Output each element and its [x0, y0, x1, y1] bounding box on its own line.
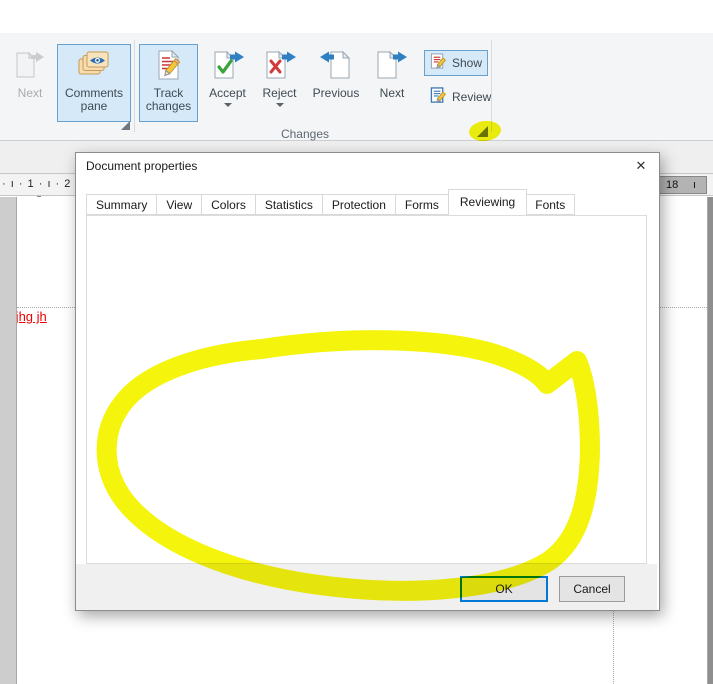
review-icon: [430, 87, 447, 107]
cancel-button[interactable]: Cancel: [559, 576, 625, 602]
ribbon-group-label: Changes: [250, 127, 360, 141]
previous-change-button[interactable]: Previous: [303, 44, 369, 122]
show-changes-button[interactable]: Show: [424, 50, 488, 76]
changes-dialog-launcher-icon[interactable]: [477, 126, 488, 137]
accept-dropdown-arrow[interactable]: [224, 103, 232, 107]
ruler-ticks: · ı · 1 · ı · 2 ·: [2, 178, 80, 190]
next-change-icon: [375, 50, 409, 83]
show-changes-icon: [430, 53, 447, 73]
track-changes-icon: [154, 50, 184, 83]
ribbon-changes-group: Next Commentspane: [0, 33, 713, 141]
close-icon[interactable]: ✕: [632, 157, 650, 175]
dialog-tab-strip: Summary View Colors Statistics Protectio…: [86, 194, 575, 215]
reviewing-tab-page: [86, 215, 647, 564]
application-window: Next Commentspane: [0, 0, 713, 684]
reject-dropdown-arrow[interactable]: [276, 103, 284, 107]
document-properties-dialog: Document properties ✕ Summary View Color…: [75, 152, 660, 611]
next-change-button[interactable]: Next: [369, 44, 415, 122]
comments-dialog-launcher-icon[interactable]: [121, 121, 130, 130]
tab-protection[interactable]: Protection: [323, 194, 396, 215]
tab-colors[interactable]: Colors: [202, 194, 256, 215]
tab-summary[interactable]: Summary: [86, 194, 157, 215]
page-left-margin-strip: [0, 197, 17, 684]
dialog-title: Document properties: [86, 159, 197, 173]
track-changes-button[interactable]: Trackchanges: [139, 44, 198, 122]
ribbon-separator: [134, 40, 135, 132]
tab-fonts[interactable]: Fonts: [526, 194, 575, 215]
comments-pane-button[interactable]: Commentspane: [57, 44, 131, 122]
reject-change-button[interactable]: Reject: [256, 44, 303, 122]
ribbon-separator: [491, 40, 492, 132]
tab-view[interactable]: View: [157, 194, 202, 215]
tab-statistics[interactable]: Statistics: [256, 194, 323, 215]
next-comment-icon: [14, 50, 46, 83]
tab-reviewing[interactable]: Reviewing: [448, 189, 527, 215]
accept-change-icon: [211, 50, 245, 83]
next-comment-button-disabled[interactable]: Next: [6, 44, 54, 122]
comments-pane-icon: [77, 50, 111, 83]
ruler-right-segment: 18 ı: [656, 176, 707, 194]
page-right-margin-strip: [707, 197, 713, 684]
ok-button[interactable]: OK: [460, 576, 548, 602]
review-button[interactable]: Review: [424, 84, 497, 110]
tab-forms[interactable]: Forms: [396, 194, 449, 215]
previous-change-icon: [319, 50, 353, 83]
reject-change-icon: [263, 50, 297, 83]
accept-change-button[interactable]: Accept: [204, 44, 251, 122]
